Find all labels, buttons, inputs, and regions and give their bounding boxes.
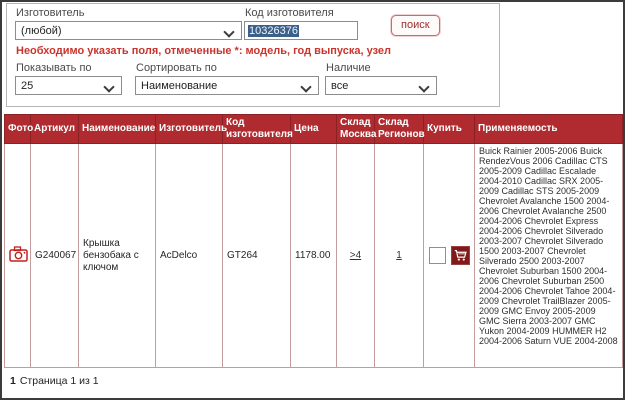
manufacturer-code-cell: GT264 xyxy=(223,144,291,368)
manufacturer-select[interactable]: (любой) xyxy=(15,21,242,40)
cart-icon xyxy=(454,249,467,262)
applications-cell: Buick Rainier 2005-2006 Buick RendezVous… xyxy=(475,144,623,368)
table-row: G240067 Крышка бензобака с ключом AcDelc… xyxy=(5,144,623,368)
add-to-cart-button[interactable] xyxy=(451,246,470,265)
sort-by-field-group: Сортировать по Наименование xyxy=(135,62,319,95)
photo-cell xyxy=(5,144,31,368)
search-button[interactable]: поиск xyxy=(391,15,440,36)
article-cell: G240067 xyxy=(31,144,79,368)
availability-select-value: все xyxy=(331,80,348,92)
col-header-name: Наименование xyxy=(79,115,156,144)
sort-by-select-value: Наименование xyxy=(141,80,217,92)
search-filter-panel: Изготовитель (любой) Код изготовителя 10… xyxy=(6,3,500,107)
manufacturer-select-value: (любой) xyxy=(21,25,62,37)
chevron-down-icon xyxy=(300,81,311,92)
manufacturer-code-input[interactable]: 10326376 xyxy=(244,21,358,40)
results-table: Фото Артикул Наименование Изготовитель К… xyxy=(4,114,623,368)
buy-cell xyxy=(424,144,475,368)
name-cell: Крышка бензобака с ключом xyxy=(79,144,156,368)
manufacturer-code-field-group: Код изготовителя 10326376 xyxy=(244,7,358,40)
page-number-link[interactable]: 1 xyxy=(10,375,16,387)
required-fields-warning: Необходимо указать поля, отмеченные *: м… xyxy=(16,45,391,57)
per-page-label: Показывать по xyxy=(16,62,122,74)
col-header-stock-moscow: Склад Москва xyxy=(337,115,375,144)
stock-regions-link[interactable]: 1 xyxy=(396,250,402,261)
col-header-photo: Фото xyxy=(5,115,31,144)
col-header-article: Артикул xyxy=(31,115,79,144)
stock-moscow-cell: >4 xyxy=(337,144,375,368)
col-header-buy: Купить xyxy=(424,115,475,144)
manufacturer-cell: AcDelco xyxy=(156,144,223,368)
table-header-row: Фото Артикул Наименование Изготовитель К… xyxy=(5,115,623,144)
manufacturer-code-input-value: 10326376 xyxy=(248,25,299,37)
per-page-select[interactable]: 25 xyxy=(15,76,122,95)
availability-label: Наличие xyxy=(326,62,437,74)
manufacturer-label: Изготовитель xyxy=(16,7,242,19)
pagination: 1 Страница 1 из 1 xyxy=(10,375,99,387)
manufacturer-code-label: Код изготовителя xyxy=(245,7,358,19)
availability-field-group: Наличие все xyxy=(325,62,437,95)
col-header-stock-regions: Склад Регионов xyxy=(375,115,424,144)
pagination-label: Страница 1 из 1 xyxy=(20,375,99,387)
chevron-down-icon xyxy=(223,26,234,37)
per-page-select-value: 25 xyxy=(21,80,33,92)
sort-by-select[interactable]: Наименование xyxy=(135,76,319,95)
per-page-field-group: Показывать по 25 xyxy=(15,62,122,95)
stock-moscow-link[interactable]: >4 xyxy=(350,250,361,261)
col-header-manufacturer: Изготовитель xyxy=(156,115,223,144)
applications-text: Buick Rainier 2005-2006 Buick RendezVous… xyxy=(479,146,618,346)
col-header-manufacturer-code: Код изготовителя xyxy=(223,115,291,144)
sort-by-label: Сортировать по xyxy=(136,62,319,74)
photo-thumbnail-link[interactable] xyxy=(9,246,28,262)
stock-regions-cell: 1 xyxy=(375,144,424,368)
chevron-down-icon xyxy=(418,81,429,92)
buy-checkbox[interactable] xyxy=(429,247,446,264)
chevron-down-icon xyxy=(103,81,114,92)
col-header-applications: Применяемость xyxy=(475,115,623,144)
col-header-price: Цена xyxy=(291,115,337,144)
price-cell: 1178.00 xyxy=(291,144,337,368)
manufacturer-field-group: Изготовитель (любой) xyxy=(15,7,242,40)
availability-select[interactable]: все xyxy=(325,76,437,95)
camera-icon xyxy=(9,246,28,262)
